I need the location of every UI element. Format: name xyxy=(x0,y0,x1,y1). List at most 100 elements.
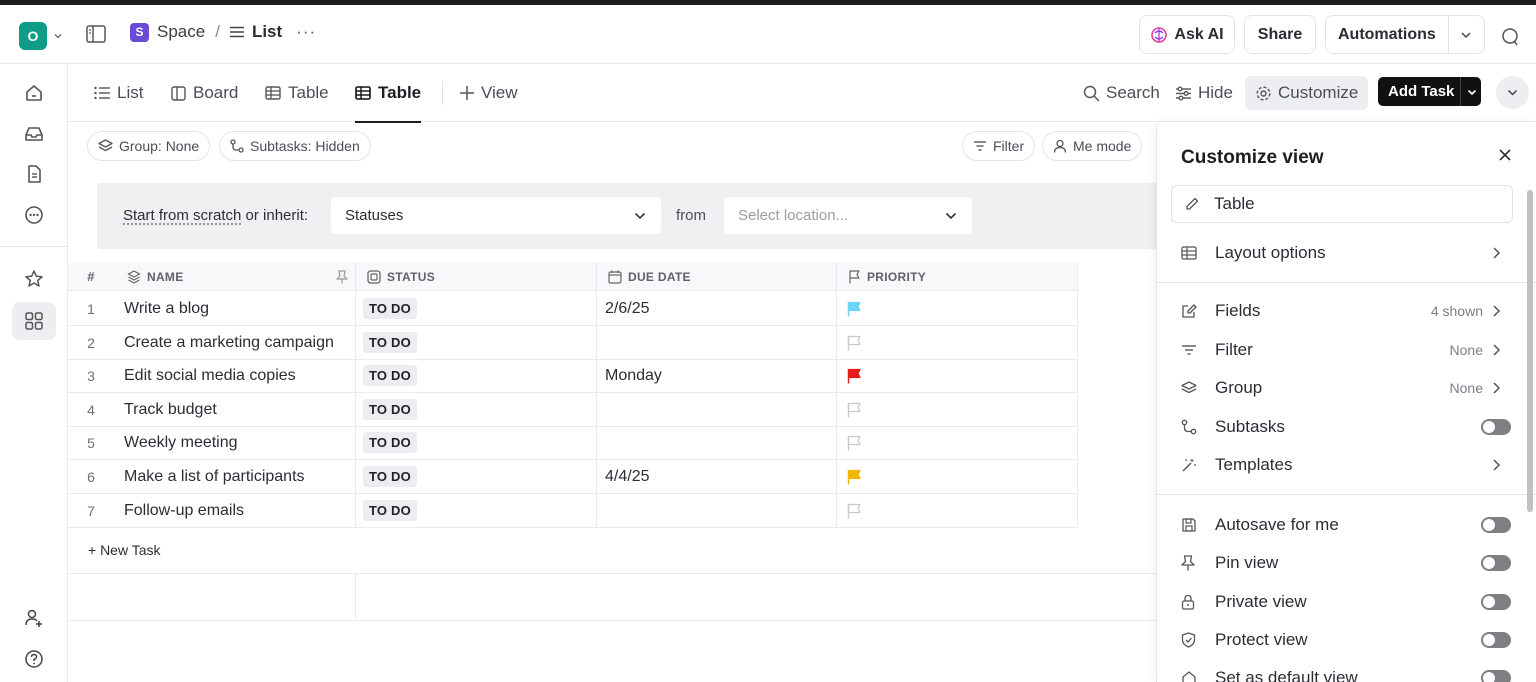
layout-options-row[interactable]: Layout options xyxy=(1181,238,1501,268)
status-cell[interactable]: TO DO xyxy=(363,494,593,527)
tab-list[interactable]: List xyxy=(94,64,143,122)
task-name[interactable]: Weekly meeting xyxy=(124,426,354,459)
tab-table-active[interactable]: Table xyxy=(355,64,422,123)
priority-cell[interactable] xyxy=(846,426,1076,459)
status-badge[interactable]: TO DO xyxy=(363,500,417,521)
due-date-cell[interactable] xyxy=(605,494,835,527)
due-date-cell[interactable]: 2/6/25 xyxy=(605,292,835,325)
priority-flag-icon[interactable] xyxy=(846,402,862,418)
close-icon[interactable] xyxy=(1499,149,1511,161)
task-name[interactable]: Make a list of participants xyxy=(124,460,354,493)
filter-chip[interactable]: Filter xyxy=(962,131,1036,161)
me-mode-chip[interactable]: Me mode xyxy=(1042,131,1143,161)
status-badge[interactable]: TO DO xyxy=(363,365,417,386)
priority-cell[interactable] xyxy=(846,326,1076,359)
breadcrumb-list[interactable]: List xyxy=(252,22,282,42)
fields-row[interactable]: Fields 4 shown xyxy=(1181,296,1501,326)
status-badge[interactable]: TO DO xyxy=(363,399,417,420)
statuses-select[interactable]: Statuses xyxy=(331,197,661,234)
task-name[interactable]: Create a marketing campaign xyxy=(124,326,354,359)
hide-button[interactable]: Hide xyxy=(1175,76,1233,110)
task-name[interactable]: Follow-up emails xyxy=(124,494,354,527)
due-date-cell[interactable]: 4/4/25 xyxy=(605,460,835,493)
chevron-down-icon[interactable] xyxy=(1461,86,1478,98)
priority-cell[interactable] xyxy=(846,393,1076,426)
status-cell[interactable]: TO DO xyxy=(363,292,593,325)
autosave-toggle[interactable] xyxy=(1481,517,1511,533)
table-row[interactable]: 1 Write a blog TO DO 2/6/25 xyxy=(68,292,1078,326)
priority-flag-icon[interactable] xyxy=(846,335,862,351)
add-task-button[interactable]: Add Task xyxy=(1378,77,1481,106)
chevron-down-icon[interactable] xyxy=(1459,28,1473,42)
table-row[interactable]: 7 Follow-up emails TO DO xyxy=(68,494,1078,528)
view-name-input[interactable]: Table xyxy=(1171,185,1513,223)
customize-button[interactable]: Customize xyxy=(1245,76,1369,110)
due-date-cell[interactable] xyxy=(605,326,835,359)
start-from-scratch-link[interactable]: Start from scratch xyxy=(123,207,241,224)
column-name[interactable]: NAME xyxy=(127,262,355,291)
priority-flag-icon[interactable] xyxy=(846,469,862,485)
more-icon[interactable] xyxy=(24,205,44,225)
table-row[interactable]: 3 Edit social media copies TO DO Monday xyxy=(68,359,1078,393)
priority-flag-icon[interactable] xyxy=(846,503,862,519)
column-due-date[interactable]: DUE DATE xyxy=(608,262,836,291)
priority-cell[interactable] xyxy=(846,460,1076,493)
status-cell[interactable]: TO DO xyxy=(363,426,593,459)
home-icon[interactable] xyxy=(24,83,44,103)
status-cell[interactable]: TO DO xyxy=(363,393,593,426)
tab-table[interactable]: Table xyxy=(265,64,329,122)
table-row[interactable]: 4 Track budget TO DO xyxy=(68,393,1078,427)
status-cell[interactable]: TO DO xyxy=(363,460,593,493)
panel-scrollbar[interactable] xyxy=(1527,190,1533,512)
task-name[interactable]: Track budget xyxy=(124,393,354,426)
subtasks-toggle[interactable] xyxy=(1481,419,1511,435)
table-row[interactable]: 2 Create a marketing campaign TO DO xyxy=(68,326,1078,360)
table-row[interactable]: 6 Make a list of participants TO DO 4/4/25 xyxy=(68,460,1078,494)
priority-flag-icon[interactable] xyxy=(846,368,862,384)
task-name[interactable]: Write a blog xyxy=(124,292,354,325)
tab-board[interactable]: Board xyxy=(171,64,238,122)
status-badge[interactable]: TO DO xyxy=(363,298,417,319)
group-row[interactable]: Group None xyxy=(1181,373,1501,403)
priority-cell[interactable] xyxy=(846,292,1076,325)
priority-flag-icon[interactable] xyxy=(846,301,862,317)
search-button[interactable]: Search xyxy=(1083,76,1160,110)
expand-toolbar-button[interactable] xyxy=(1496,76,1529,109)
favorites-star-icon[interactable] xyxy=(24,269,44,289)
add-view-button[interactable]: View xyxy=(460,64,518,122)
space-badge[interactable]: S xyxy=(130,22,149,42)
due-date-cell[interactable] xyxy=(605,393,835,426)
workspace-avatar[interactable]: O xyxy=(19,22,47,50)
invite-user-icon[interactable] xyxy=(24,608,44,628)
breadcrumb-space[interactable]: Space xyxy=(157,22,205,42)
inbox-icon[interactable] xyxy=(24,124,44,144)
location-select[interactable]: Select location... xyxy=(724,197,972,234)
protect-view-toggle[interactable] xyxy=(1481,632,1511,648)
filter-row[interactable]: Filter None xyxy=(1181,335,1501,365)
chat-icon[interactable] xyxy=(1500,27,1520,47)
subtasks-chip[interactable]: Subtasks: Hidden xyxy=(219,131,371,161)
pin-icon[interactable] xyxy=(336,269,348,284)
status-cell[interactable]: TO DO xyxy=(363,359,593,392)
help-icon[interactable] xyxy=(24,649,44,669)
due-date-cell[interactable]: Monday xyxy=(605,359,835,392)
priority-cell[interactable] xyxy=(846,494,1076,527)
task-name[interactable]: Edit social media copies xyxy=(124,359,354,392)
status-badge[interactable]: TO DO xyxy=(363,432,417,453)
table-row[interactable]: 5 Weekly meeting TO DO xyxy=(68,426,1078,460)
default-view-toggle[interactable] xyxy=(1481,670,1511,682)
due-date-cell[interactable] xyxy=(605,426,835,459)
priority-flag-icon[interactable] xyxy=(846,435,862,451)
more-options-icon[interactable]: ··· xyxy=(296,22,316,42)
docs-icon[interactable] xyxy=(24,164,44,184)
new-task-button[interactable]: + New Task xyxy=(88,542,161,558)
automations-button[interactable]: Automations xyxy=(1325,15,1485,54)
column-priority[interactable]: PRIORITY xyxy=(848,262,1076,291)
pin-view-toggle[interactable] xyxy=(1481,555,1511,571)
private-view-toggle[interactable] xyxy=(1481,594,1511,610)
chevron-down-icon[interactable] xyxy=(53,31,63,41)
templates-row[interactable]: Templates xyxy=(1181,450,1501,480)
ask-ai-button[interactable]: Ask AI xyxy=(1139,15,1235,54)
priority-cell[interactable] xyxy=(846,359,1076,392)
status-badge[interactable]: TO DO xyxy=(363,332,417,353)
